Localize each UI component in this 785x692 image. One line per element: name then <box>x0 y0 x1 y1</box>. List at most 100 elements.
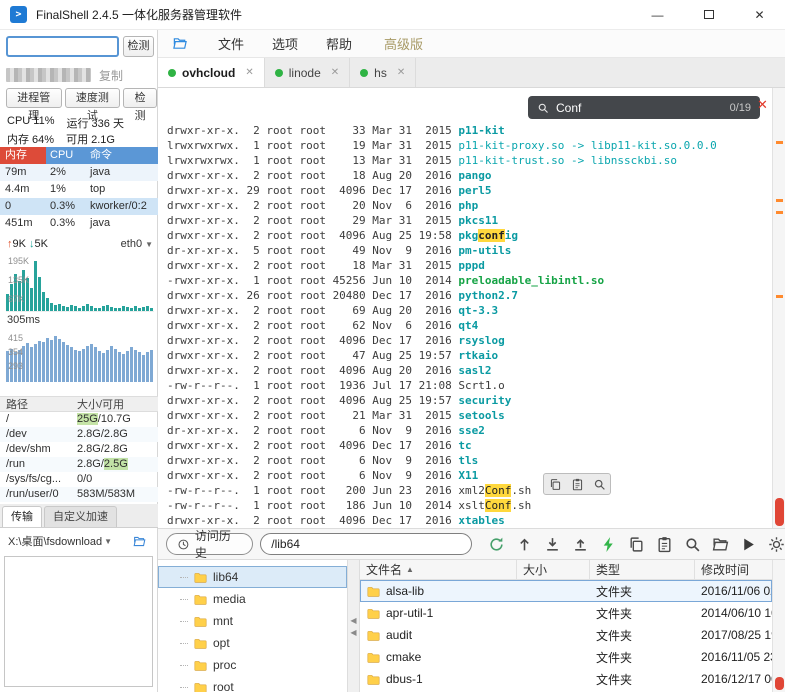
maximize-button[interactable] <box>683 0 734 29</box>
header-command[interactable]: 命令 <box>86 147 158 164</box>
copy-address-link[interactable]: 复制 <box>99 67 123 84</box>
pro-version-label[interactable]: 高级版 <box>384 34 423 53</box>
terminal-line: drwxr-xr-x. 2 root root 21 Mar 31 2015 s… <box>167 408 772 423</box>
close-button[interactable]: ✕ <box>734 0 785 29</box>
net-axis-label: 135K <box>8 275 29 285</box>
tree-item-lib64[interactable]: lib64 <box>158 566 347 588</box>
chart-bar <box>90 306 93 311</box>
folder-icon <box>366 673 381 686</box>
chart-bar <box>150 308 153 311</box>
header-memory[interactable]: 内存 <box>0 147 46 164</box>
header-size[interactable]: 大小 <box>517 560 590 579</box>
open-download-folder-icon[interactable] <box>133 535 148 548</box>
folder-icon <box>193 637 208 650</box>
copy-icon[interactable] <box>628 536 645 553</box>
scrollbar-thumb[interactable] <box>775 498 784 526</box>
terminal[interactable]: drwxr-xr-x. 2 root root 33 Mar 31 2015 p… <box>158 88 772 528</box>
terminal-line: drwxr-xr-x. 2 root root 29 Mar 31 2015 p… <box>167 213 772 228</box>
process-row[interactable]: 4.4m1%top <box>0 181 158 198</box>
process-row[interactable]: 00.3%kworker/0:2 <box>0 198 158 215</box>
tree-item-label: lib64 <box>213 570 238 584</box>
tab-close-icon[interactable]: ✕ <box>331 67 339 78</box>
session-tab-hs[interactable]: hs ✕ <box>350 58 416 87</box>
header-path[interactable]: 路径 <box>0 397 74 411</box>
tree-guide <box>180 643 188 644</box>
session-tab-label: hs <box>374 66 387 80</box>
file-row-alsa-lib[interactable]: alsa-lib文件夹2016/11/06 02 <box>360 580 772 602</box>
terminal-line: -rw-r--r--. 1 root root 186 Jun 10 2014 … <box>167 498 772 513</box>
parent-dir-icon[interactable] <box>516 536 533 553</box>
header-size-avail[interactable]: 大小/可用 <box>74 397 158 411</box>
terminal-line: dr-xr-xr-x. 5 root root 49 Nov 9 2016 pm… <box>167 243 772 258</box>
header-mtime[interactable]: 修改时间 <box>695 560 772 579</box>
paste-icon[interactable] <box>656 536 673 553</box>
minimize-button[interactable]: — <box>632 0 683 29</box>
chevron-down-icon[interactable]: ▼ <box>104 537 112 546</box>
collapse-left-icon[interactable]: ◀ <box>350 628 356 637</box>
tree-item-root[interactable]: root <box>158 676 347 692</box>
tree-item-media[interactable]: media <box>158 588 347 610</box>
tab-custom-accel[interactable]: 自定义加速 <box>44 506 117 527</box>
open-folder-icon[interactable] <box>712 536 729 553</box>
bolt-icon[interactable] <box>600 536 617 553</box>
search-close-icon[interactable]: ✕ <box>757 97 768 113</box>
detect-button[interactable]: 检测 <box>123 36 154 57</box>
latency-axis-label: 415 <box>8 333 23 343</box>
session-tab-linode[interactable]: linode✕ <box>265 58 350 87</box>
tab-transfer[interactable]: 传输 <box>2 506 42 527</box>
refresh-icon[interactable] <box>488 536 505 553</box>
search-query[interactable]: Conf <box>556 101 581 115</box>
header-type[interactable]: 类型 <box>590 560 695 579</box>
upload-icon[interactable] <box>572 536 589 553</box>
remote-path-input[interactable] <box>260 533 472 555</box>
cpu-usage: CPU 11% <box>7 115 54 131</box>
net-axis-label: 195K <box>8 256 29 266</box>
file-row-apr-util-1[interactable]: apr-util-1文件夹2014/06/10 10 <box>360 602 772 624</box>
settings-icon[interactable] <box>768 536 785 553</box>
session-tab-ovhcloud[interactable]: ovhcloud✕ <box>158 58 265 87</box>
detect-button-2[interactable]: 检测 <box>123 88 157 108</box>
file-row-audit[interactable]: audit文件夹2017/08/25 19 <box>360 624 772 646</box>
file-row-cmake[interactable]: cmake文件夹2016/11/05 23 <box>360 646 772 668</box>
menu-file[interactable]: 文件 <box>218 34 244 53</box>
download-path: X:\桌面\fsdownload <box>8 533 102 549</box>
scrollbar-thumb[interactable] <box>775 677 784 690</box>
collapse-left-icon[interactable]: ◀ <box>350 616 356 625</box>
terminal-search-overlay[interactable]: Conf 0/19 <box>528 96 760 119</box>
interface-dropdown[interactable]: eth0 ▼ <box>121 238 153 250</box>
process-manager-button[interactable]: 进程管理 <box>6 88 62 108</box>
tree-splitter[interactable]: ◀ ◀ <box>348 560 360 692</box>
tab-close-icon[interactable]: ✕ <box>245 67 253 78</box>
process-row[interactable]: 79m2%java <box>0 164 158 181</box>
header-cpu[interactable]: CPU <box>46 147 86 164</box>
chart-bar <box>90 344 93 382</box>
folder-icon <box>193 571 208 584</box>
chevron-down-icon: ▼ <box>145 240 153 249</box>
header-filename[interactable]: 文件名 ▲ <box>360 560 517 579</box>
terminal-scrollbar[interactable] <box>772 88 785 528</box>
chart-bar <box>102 353 105 382</box>
file-table-scrollbar[interactable] <box>772 560 785 692</box>
history-button[interactable]: 访问历史 <box>166 533 253 555</box>
process-row[interactable]: 451m0.3%java <box>0 215 158 232</box>
chart-bar <box>66 307 69 311</box>
file-table: 文件名 ▲ 大小 类型 修改时间 alsa-lib文件夹2016/11/06 0… <box>360 560 772 692</box>
tab-close-icon[interactable]: ✕ <box>397 67 405 78</box>
tree-item-opt[interactable]: opt <box>158 632 347 654</box>
search-icon[interactable] <box>593 478 606 491</box>
chart-bar <box>110 307 113 311</box>
tree-item-mnt[interactable]: mnt <box>158 610 347 632</box>
file-row-dbus-1[interactable]: dbus-1文件夹2016/12/17 00 <box>360 668 772 690</box>
sidebar-search-input[interactable] <box>6 36 119 57</box>
speed-test-button[interactable]: 速度测试 <box>65 88 121 108</box>
disk-rows: /25G/10.7G/dev2.8G/2.8G/dev/shm2.8G/2.8G… <box>0 412 158 502</box>
download-icon[interactable] <box>544 536 561 553</box>
menu-help[interactable]: 帮助 <box>326 34 352 53</box>
menu-options[interactable]: 选项 <box>272 34 298 53</box>
paste-icon[interactable] <box>571 478 584 491</box>
tree-item-proc[interactable]: proc <box>158 654 347 676</box>
copy-icon[interactable] <box>549 478 562 491</box>
search-icon[interactable] <box>684 536 701 553</box>
chart-bar <box>58 339 61 382</box>
run-icon[interactable] <box>740 536 757 553</box>
